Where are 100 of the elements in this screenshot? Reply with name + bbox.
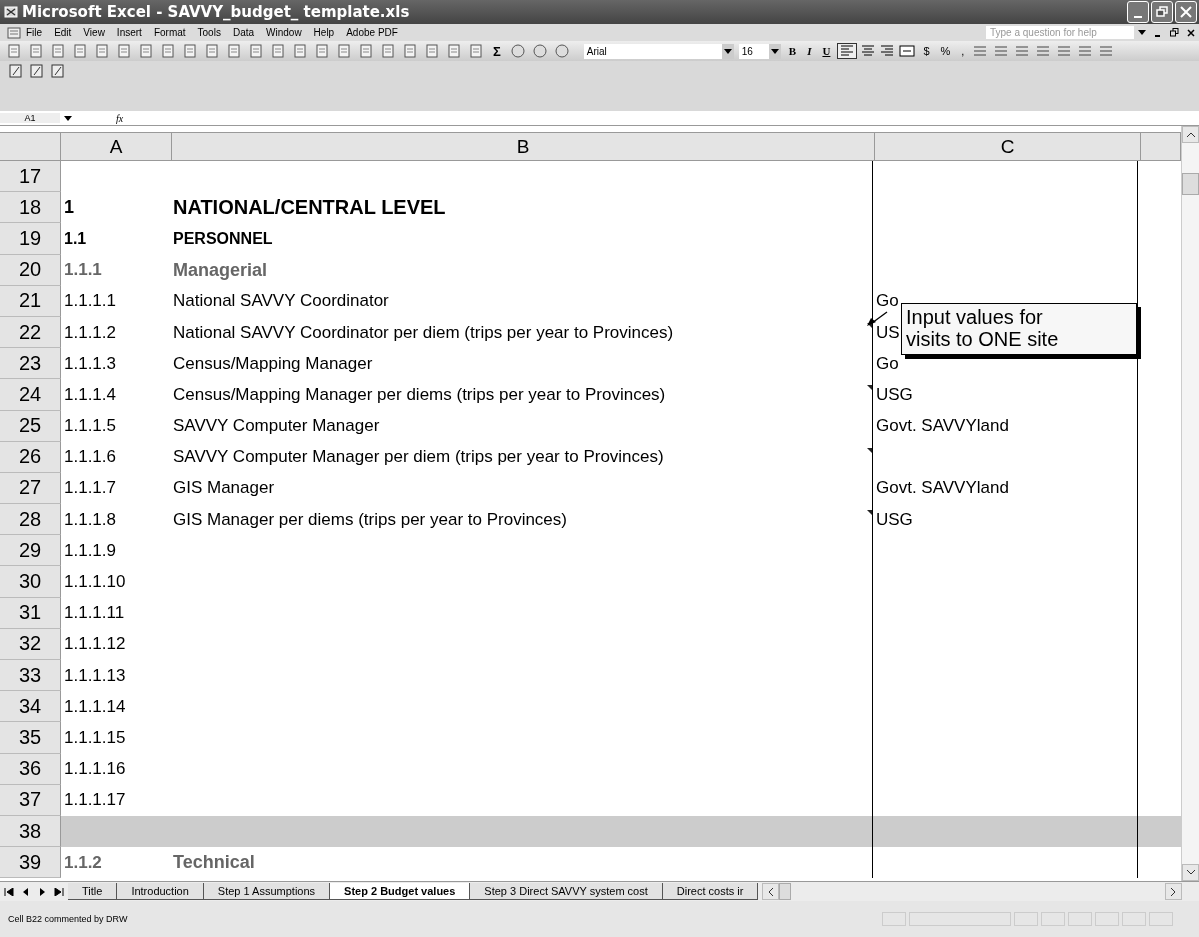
toolbar-icon[interactable]	[553, 43, 570, 59]
column-header[interactable]: A	[61, 133, 172, 161]
close-button[interactable]	[1175, 1, 1197, 23]
row-header[interactable]: 21	[0, 285, 61, 317]
row-header[interactable]: 32	[0, 628, 61, 660]
toolbar-icon[interactable]	[380, 43, 396, 59]
scroll-thumb[interactable]	[779, 883, 792, 900]
toolbar-icon[interactable]	[468, 43, 484, 59]
sheet-tab[interactable]: Title	[68, 883, 118, 900]
row-header[interactable]: 37	[0, 784, 61, 816]
toolbar-icon[interactable]	[993, 44, 1010, 58]
row-header[interactable]: 30	[0, 566, 61, 598]
sheet-tab[interactable]: Step 3 Direct SAVVY system cost	[470, 883, 663, 900]
column-header[interactable]: B	[172, 133, 875, 161]
toolbar-icon[interactable]	[248, 43, 264, 59]
menu-item[interactable]: View	[83, 27, 105, 38]
toolbar-icon[interactable]	[1035, 44, 1052, 58]
menu-item[interactable]: File	[26, 27, 43, 38]
scroll-up-icon[interactable]	[1186, 132, 1195, 137]
scroll-left-icon[interactable]	[768, 887, 774, 896]
name-box[interactable]: A1	[0, 113, 60, 123]
row-header[interactable]: 38	[0, 815, 61, 848]
format-button[interactable]: U	[819, 45, 834, 57]
menu-item[interactable]: Data	[232, 27, 255, 38]
toolbar-icon[interactable]	[972, 44, 989, 58]
toolbar-icon[interactable]	[116, 43, 132, 59]
column-header[interactable]: C	[875, 133, 1141, 161]
restore-button[interactable]	[1151, 1, 1173, 23]
column-header[interactable]	[1141, 133, 1181, 161]
row-header[interactable]: 36	[0, 753, 61, 785]
restore-icon[interactable]	[1170, 28, 1179, 37]
row-header[interactable]: 18	[0, 192, 61, 224]
align-right-icon[interactable]	[880, 45, 895, 57]
toolbar-icon[interactable]	[50, 43, 66, 59]
sheet-tab[interactable]: Introduction	[117, 883, 204, 900]
row-header[interactable]: 33	[0, 660, 61, 692]
menu-item[interactable]: Help	[313, 27, 335, 38]
sheet-tab[interactable]: Step 2 Budget values	[330, 883, 471, 900]
row-header[interactable]: 19	[0, 223, 61, 255]
merge-center-icon[interactable]	[899, 45, 916, 57]
row-header[interactable]: 34	[0, 691, 61, 723]
row-header[interactable]: 25	[0, 410, 61, 442]
workbook-icon[interactable]	[6, 25, 22, 40]
toolbar-icon[interactable]	[424, 43, 440, 59]
toolbar-icon[interactable]	[446, 43, 462, 59]
toolbar-icon[interactable]	[270, 43, 286, 59]
toolbar-icon[interactable]	[6, 43, 22, 59]
last-sheet-icon[interactable]	[54, 887, 64, 896]
minimize-button[interactable]	[1127, 1, 1149, 23]
font-dropdown[interactable]: Arial	[583, 43, 734, 59]
close-icon[interactable]	[1187, 28, 1195, 37]
toolbar-icon[interactable]	[402, 43, 418, 59]
row-header[interactable]: 26	[0, 441, 61, 473]
scroll-down-icon[interactable]	[1186, 870, 1195, 875]
toolbar-icon[interactable]	[28, 43, 44, 59]
number-format-button[interactable]: $	[920, 45, 933, 57]
toolbar-icon[interactable]	[1098, 44, 1115, 58]
row-header[interactable]: 35	[0, 722, 61, 754]
vertical-scrollbar[interactable]	[1181, 126, 1199, 881]
row-header[interactable]: 27	[0, 472, 61, 505]
row-header[interactable]: 22	[0, 316, 61, 349]
previous-sheet-icon[interactable]	[22, 887, 30, 896]
row-header[interactable]: 23	[0, 348, 61, 380]
horizontal-scrollbar[interactable]	[762, 883, 1182, 900]
toolbar-icon[interactable]	[358, 43, 374, 59]
row-header[interactable]: 28	[0, 504, 61, 536]
insert-function-button[interactable]: fx	[116, 112, 124, 124]
pdf-icon[interactable]	[8, 63, 24, 79]
toolbar-icon[interactable]	[226, 43, 242, 59]
row-header[interactable]: 29	[0, 535, 61, 567]
toolbar-icon[interactable]	[531, 43, 548, 59]
row-header[interactable]: 39	[0, 847, 61, 879]
first-sheet-icon[interactable]	[4, 887, 14, 896]
sheet-tab[interactable]: Direct costs ir	[662, 883, 759, 900]
toolbar-icon[interactable]	[1077, 44, 1094, 58]
autosum-button[interactable]: Σ	[490, 43, 504, 59]
toolbar-icon[interactable]	[509, 43, 526, 59]
number-format-button[interactable]: %	[937, 45, 954, 57]
sheet-tab[interactable]: Step 1 Assumptions	[203, 883, 331, 900]
scroll-thumb[interactable]	[1182, 173, 1199, 195]
menu-item[interactable]: Insert	[116, 27, 142, 38]
row-header[interactable]: 24	[0, 379, 61, 411]
menu-item[interactable]: Adobe PDF	[346, 27, 398, 38]
select-all-corner[interactable]	[0, 133, 61, 161]
menu-item[interactable]: Tools	[197, 27, 221, 38]
font-size-dropdown[interactable]: 16	[738, 43, 781, 59]
toolbar-icon[interactable]	[1056, 44, 1073, 58]
toolbar-icon[interactable]	[94, 43, 110, 59]
toolbar-icon[interactable]	[1014, 44, 1031, 58]
toolbar-icon[interactable]	[138, 43, 154, 59]
next-sheet-icon[interactable]	[38, 887, 46, 896]
row-header[interactable]: 31	[0, 597, 61, 629]
toolbar-icon[interactable]	[314, 43, 330, 59]
toolbar-icon[interactable]	[336, 43, 352, 59]
scroll-right-icon[interactable]	[1171, 887, 1176, 896]
align-left-button[interactable]	[838, 44, 857, 58]
toolbar-icon[interactable]	[292, 43, 308, 59]
menu-item[interactable]: Window	[266, 27, 302, 38]
toolbar-icon[interactable]	[160, 43, 176, 59]
row-header[interactable]: 17	[0, 161, 61, 193]
